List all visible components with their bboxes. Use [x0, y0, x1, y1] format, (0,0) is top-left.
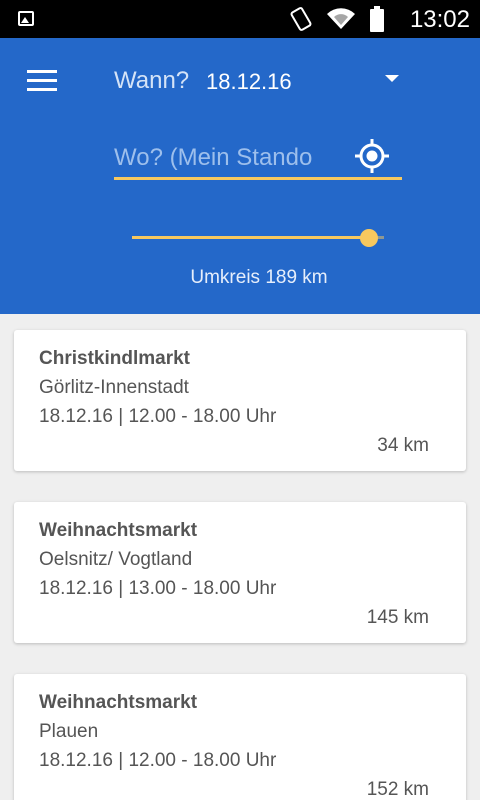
event-title: Weihnachtsmarkt — [39, 520, 198, 541]
event-card[interactable]: Weihnachtsmarkt Oelsnitz/ Vogtland 18.12… — [14, 502, 466, 643]
event-place: Oelsnitz/ Vogtland — [39, 549, 193, 570]
event-title: Weihnachtsmarkt — [39, 692, 198, 713]
event-list: Christkindlmarkt Görlitz-Innenstadt 18.1… — [0, 314, 480, 800]
radius-slider[interactable] — [132, 228, 384, 248]
event-distance: 145 km — [366, 607, 429, 628]
event-datetime: 18.12.16 | 13.00 - 18.00 Uhr — [39, 578, 277, 599]
wifi-icon — [327, 8, 355, 29]
hamburger-menu-icon[interactable] — [27, 70, 57, 92]
event-distance: 34 km — [377, 435, 429, 456]
event-datetime: 18.12.16 | 12.00 - 18.00 Uhr — [39, 406, 277, 427]
event-card[interactable]: Christkindlmarkt Görlitz-Innenstadt 18.1… — [14, 330, 466, 471]
slider-thumb[interactable] — [360, 229, 378, 247]
status-bar: 13:02 — [0, 0, 480, 38]
slider-track-filled — [132, 236, 369, 239]
search-header: Wann? 18.12.16 Umkreis 189 km — [0, 38, 480, 314]
battery-icon — [370, 6, 384, 32]
event-distance: 152 km — [366, 779, 429, 800]
my-location-icon[interactable] — [354, 138, 390, 174]
status-clock: 13:02 — [409, 6, 470, 33]
date-label: Wann? — [114, 67, 190, 94]
image-notification-icon — [18, 11, 34, 26]
status-icons — [290, 6, 384, 32]
event-datetime: 18.12.16 | 12.00 - 18.00 Uhr — [39, 750, 277, 771]
event-place: Görlitz-Innenstadt — [39, 377, 189, 398]
event-place: Plauen — [39, 721, 99, 742]
vibrate-icon — [290, 7, 312, 31]
date-dropdown-icon[interactable] — [385, 75, 399, 82]
event-card[interactable]: Weihnachtsmarkt Plauen 18.12.16 | 12.00 … — [14, 674, 466, 800]
date-value[interactable]: 18.12.16 — [206, 69, 292, 95]
event-title: Christkindlmarkt — [39, 348, 190, 369]
radius-label: Umkreis 189 km — [190, 267, 328, 288]
